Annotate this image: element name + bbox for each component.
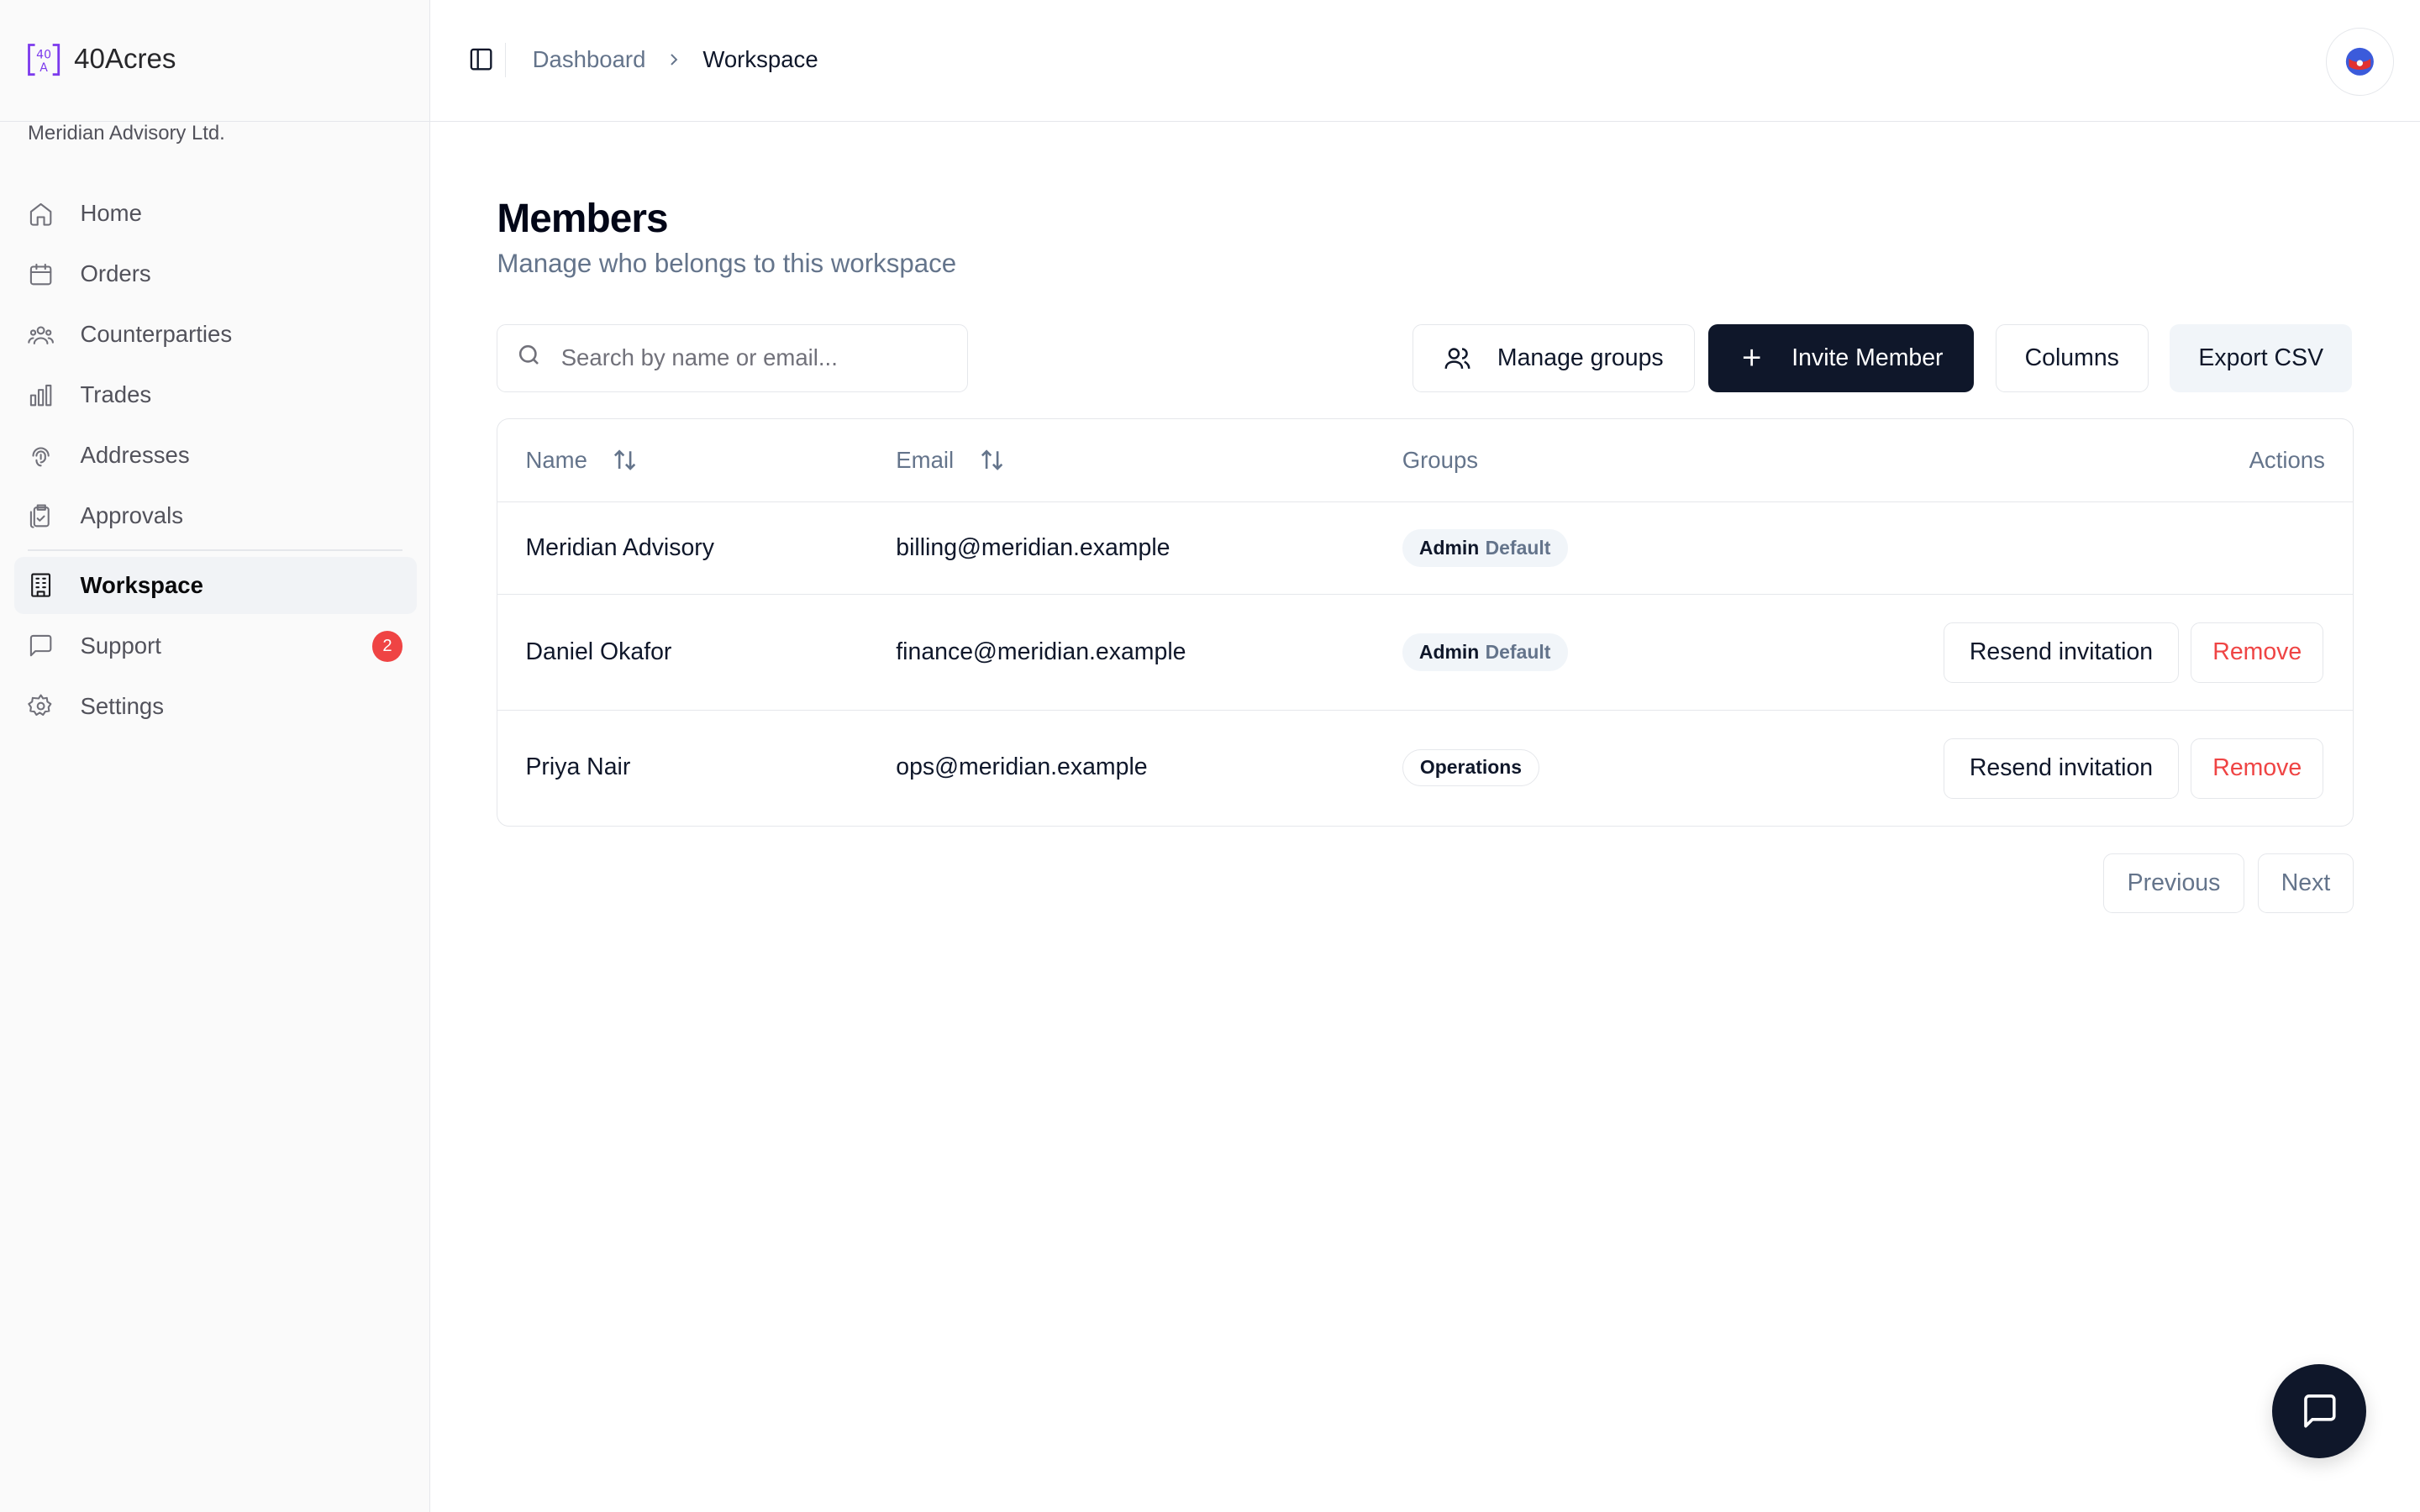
groups-column-header: Groups [1402,446,1479,473]
chat-launcher-button[interactable] [2271,1363,2366,1458]
search-icon [516,342,542,375]
manage-groups-button[interactable]: Manage groups [1412,323,1695,392]
toolbar-divider [504,43,507,77]
topbar: Dashboard Workspace [0,0,2420,123]
group-badge: Operations [1402,748,1540,786]
group-default-label: Default [1485,640,1551,663]
member-email: ops@meridian.example [896,753,1148,781]
avatar-icon [2345,47,2374,76]
users-icon [1444,344,1471,372]
group-default-label: Default [1485,536,1551,559]
resend-invitation-button[interactable]: Resend invitation [1944,738,2179,799]
remove-button[interactable]: Remove [2191,738,2324,799]
avatar[interactable] [2325,28,2394,96]
group-badge: Admin Default [1402,633,1568,671]
sort-icon[interactable] [612,447,638,473]
group-cell: Admin Default [1402,502,1568,594]
page-title: Members [497,197,668,242]
invite-member-label: Invite Member [1791,344,1944,371]
member-name: Priya Nair [525,753,631,781]
member-email: finance@meridian.example [896,638,1186,665]
page-subtitle: Manage who belongs to this workspace [497,248,957,278]
search-input[interactable] [560,344,947,372]
group-cell: Operations [1402,711,1540,825]
column-label: Email [896,446,955,473]
chevron-right-icon [664,50,684,70]
group-name: Admin [1418,640,1480,663]
breadcrumb: Dashboard Workspace [533,46,818,73]
columns-button[interactable]: Columns [1995,323,2149,392]
main-content: Dashboard Workspace Members Manage who b… [0,0,2420,1512]
group-badge: Admin Default [1402,529,1568,567]
next-page-button[interactable]: Next [2258,853,2354,914]
actions-column-header: Actions [2249,446,2325,473]
remove-button[interactable]: Remove [2191,622,2324,683]
group-cell: Admin Default [1402,595,1568,710]
email-column-header[interactable]: Email [896,447,1004,474]
column-label: Name [525,446,587,473]
search-box[interactable] [497,323,968,392]
resend-invitation-button[interactable]: Resend invitation [1944,622,2179,683]
sort-icon[interactable] [979,447,1005,473]
breadcrumb-current: Workspace [702,46,818,73]
table-header: Name Email Groups Actions [497,419,2353,502]
previous-page-button[interactable]: Previous [2103,853,2244,914]
member-name: Meridian Advisory [525,534,715,561]
table-row: Daniel Okafor finance@meridian.example A… [497,595,2353,711]
group-name: Admin [1418,536,1480,559]
chat-icon [2299,1391,2339,1431]
members-table: Name Email Groups Actions Meridian Advis… [497,417,2354,827]
breadcrumb-dashboard[interactable]: Dashboard [533,46,646,73]
table-row: Priya Nair ops@meridian.example Operatio… [497,711,2353,825]
sidebar-toggle-icon[interactable] [468,46,494,72]
member-email: billing@meridian.example [896,534,1171,561]
name-column-header[interactable]: Name [525,447,638,474]
plus-icon [1739,345,1764,370]
member-name: Daniel Okafor [525,638,672,665]
invite-member-button[interactable]: Invite Member [1708,323,1975,392]
export-csv-button[interactable]: Export CSV [2170,323,2353,392]
manage-groups-label: Manage groups [1497,344,1664,371]
table-row: Meridian Advisory billing@meridian.examp… [497,502,2353,596]
